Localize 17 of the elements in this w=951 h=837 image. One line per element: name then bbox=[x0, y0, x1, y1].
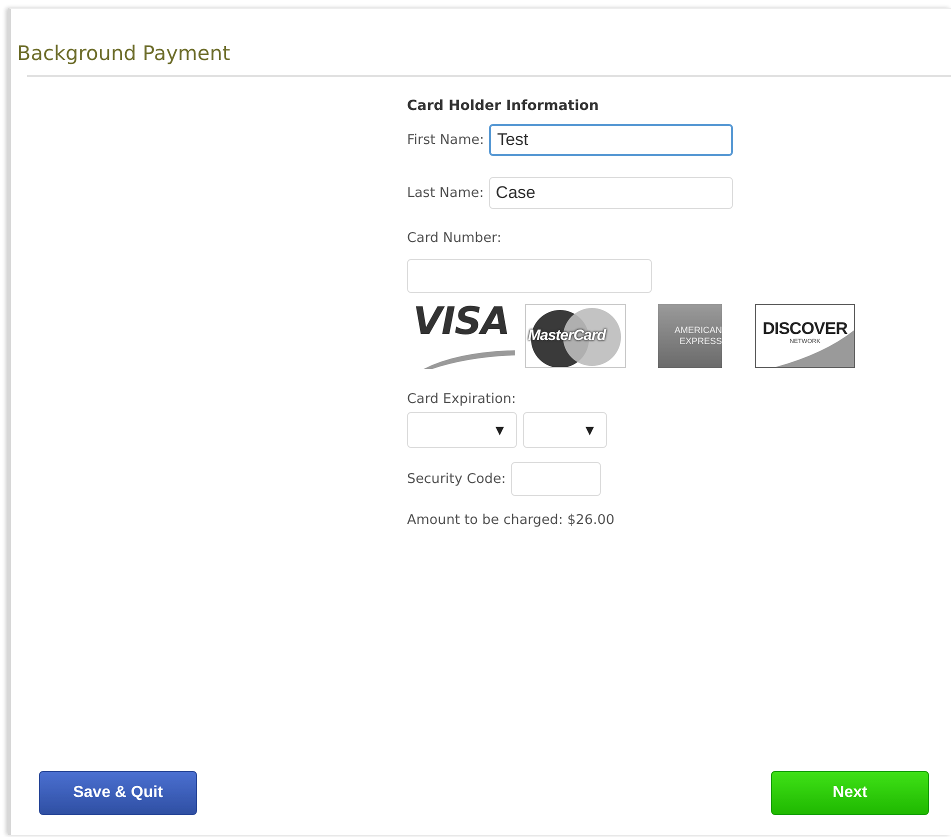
section-heading: Card Holder Information bbox=[407, 98, 600, 114]
dropdown[interactable]: ▼ bbox=[407, 412, 517, 448]
amex-logo: AMERICAN EXPRESS bbox=[658, 304, 722, 368]
dropdown[interactable]: ▼ bbox=[523, 412, 607, 448]
field-label: Card Expiration: bbox=[407, 391, 517, 407]
input-field[interactable]: Case bbox=[488, 177, 733, 209]
field-label: Last Name: bbox=[407, 185, 484, 201]
save-quit-button[interactable]: Save & Quit bbox=[39, 771, 197, 815]
field-label: First Name: bbox=[407, 132, 484, 148]
page-title: Background Payment bbox=[17, 41, 230, 65]
input-field[interactable]: Test bbox=[489, 124, 734, 156]
input-field[interactable] bbox=[510, 462, 601, 496]
input-field[interactable] bbox=[407, 259, 652, 293]
field-label: Security Code: bbox=[407, 471, 506, 487]
visa-logo: VISA bbox=[407, 303, 525, 369]
amount-text: Amount to be charged: $26.00 bbox=[407, 512, 616, 528]
field-label: Card Number: bbox=[407, 230, 502, 246]
